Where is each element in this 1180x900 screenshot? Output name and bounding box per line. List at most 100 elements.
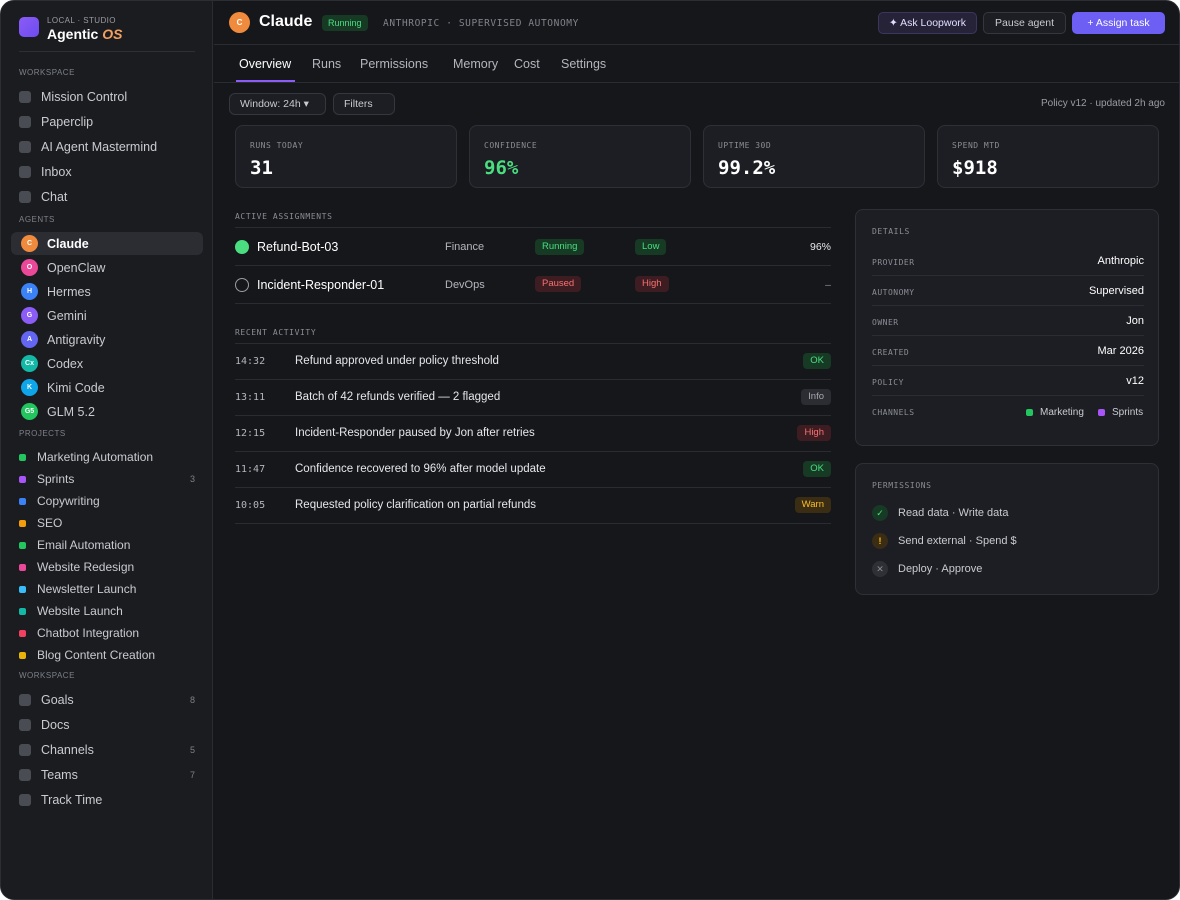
stat-value: 31 bbox=[250, 157, 273, 179]
sidebar-project-newsletter-launch[interactable]: Newsletter Launch bbox=[19, 580, 195, 598]
sidebar-item-mission-control[interactable]: Mission Control bbox=[19, 87, 195, 107]
workspace2-section-label: WORKSPACE bbox=[19, 671, 75, 680]
avatar: H bbox=[21, 283, 38, 300]
list-item[interactable]: 14:32 Refund approved under policy thres… bbox=[235, 344, 831, 380]
window-select[interactable]: Window: 24h ▾ bbox=[229, 93, 326, 115]
sidebar-project-seo[interactable]: SEO bbox=[19, 514, 195, 532]
detail-value: v12 bbox=[1126, 375, 1144, 387]
avatar: A bbox=[21, 331, 38, 348]
avatar: G5 bbox=[21, 403, 38, 420]
status-badge: Paused bbox=[535, 276, 582, 292]
tab-cost[interactable]: Cost bbox=[514, 57, 540, 71]
sidebar-agent-glm[interactable]: G5 GLM 5.2 bbox=[11, 400, 203, 423]
tab-runs[interactable]: Runs bbox=[312, 57, 341, 71]
sidebar: LOCAL · STUDIO Agentic OS WORKSPACE Miss… bbox=[1, 1, 213, 899]
detail-row-autonomy: AUTONOMY Supervised bbox=[872, 276, 1144, 306]
avatar: G bbox=[21, 307, 38, 324]
status-running-icon bbox=[235, 240, 249, 254]
list-item[interactable]: 13:11 Batch of 42 refunds verified — 2 f… bbox=[235, 380, 831, 416]
tab-overview[interactable]: Overview bbox=[239, 57, 291, 71]
sidebar-project-blog-content-creation[interactable]: Blog Content Creation bbox=[19, 646, 195, 664]
permission-row-send-spend: ! Send external · Spend $ bbox=[872, 533, 1017, 549]
agent-meta: ANTHROPIC · SUPERVISED AUTONOMY bbox=[383, 18, 579, 29]
app-logo-icon bbox=[19, 17, 39, 37]
agent-name: Claude bbox=[47, 236, 89, 251]
page-icon bbox=[19, 91, 31, 103]
sidebar-project-email-automation[interactable]: Email Automation bbox=[19, 536, 195, 554]
sidebar-agent-claude[interactable]: C Claude bbox=[11, 232, 203, 255]
check-icon: ✓ bbox=[872, 505, 888, 521]
project-name: Sprints bbox=[37, 472, 75, 486]
assignment-team: DevOps bbox=[445, 279, 485, 291]
sidebar-agent-kimi-code[interactable]: K Kimi Code bbox=[11, 376, 203, 399]
projects-section-label: PROJECTS bbox=[19, 429, 66, 438]
agent-name: Antigravity bbox=[47, 332, 106, 347]
sidebar-project-marketing-automation[interactable]: Marketing Automation bbox=[19, 448, 195, 466]
page-icon bbox=[19, 116, 31, 128]
sidebar-item-count: 8 bbox=[189, 695, 195, 705]
sidebar-item-goals[interactable]: Goals 8 bbox=[19, 690, 195, 710]
avatar: Cx bbox=[21, 355, 38, 372]
sidebar-item-track-time[interactable]: Track Time bbox=[19, 790, 195, 810]
sidebar-agent-antigravity[interactable]: A Antigravity bbox=[11, 328, 203, 351]
permission-text: Deploy · Approve bbox=[898, 563, 983, 575]
project-color-dot bbox=[19, 563, 26, 571]
assignment-name: Refund-Bot-03 bbox=[257, 240, 339, 254]
sidebar-item-docs[interactable]: Docs bbox=[19, 715, 195, 735]
detail-key: PROVIDER bbox=[872, 258, 915, 267]
table-row[interactable]: Refund-Bot-03 Finance Running Low 96% bbox=[235, 228, 831, 266]
permission-row-read-write: ✓ Read data · Write data bbox=[872, 505, 1008, 521]
sidebar-item-chat[interactable]: Chat bbox=[19, 187, 195, 207]
project-color-dot bbox=[19, 607, 26, 615]
details-panel: DETAILS PROVIDER Anthropic AUTONOMY Supe… bbox=[855, 209, 1159, 446]
sidebar-project-sprints[interactable]: Sprints 3 bbox=[19, 470, 195, 488]
sidebar-agent-gemini[interactable]: G Gemini bbox=[11, 304, 203, 327]
stat-card-confidence: CONFIDENCE 96% bbox=[469, 125, 691, 188]
sidebar-item-ai-agent-mastermind[interactable]: AI Agent Mastermind bbox=[19, 137, 195, 157]
project-name: Website Launch bbox=[37, 604, 123, 618]
list-item[interactable]: 10:05 Requested policy clarification on … bbox=[235, 488, 831, 524]
list-item[interactable]: 12:15 Incident-Responder paused by Jon a… bbox=[235, 416, 831, 452]
sidebar-project-chatbot-integration[interactable]: Chatbot Integration bbox=[19, 624, 195, 642]
sidebar-agent-codex[interactable]: Cx Codex bbox=[11, 352, 203, 375]
activity-badge: OK bbox=[803, 353, 831, 369]
project-name: Copywriting bbox=[37, 494, 100, 508]
sidebar-item-paperclip[interactable]: Paperclip bbox=[19, 112, 195, 132]
list-item[interactable]: 11:47 Confidence recovered to 96% after … bbox=[235, 452, 831, 488]
sidebar-item-label: Channels bbox=[41, 743, 94, 757]
sidebar-agent-openclaw[interactable]: O OpenClaw bbox=[11, 256, 203, 279]
confidence-value: – bbox=[825, 279, 831, 291]
sidebar-agent-hermes[interactable]: H Hermes bbox=[11, 280, 203, 303]
sidebar-project-website-redesign[interactable]: Website Redesign bbox=[19, 558, 195, 576]
detail-row-channels: CHANNELS Marketing Sprints bbox=[872, 396, 1144, 426]
assign-task-button[interactable]: + Assign task bbox=[1072, 12, 1165, 34]
avatar: K bbox=[21, 379, 38, 396]
agent-name: Hermes bbox=[47, 284, 91, 299]
pause-agent-button[interactable]: Pause agent bbox=[983, 12, 1066, 34]
stat-card-runs-today: RUNS TODAY 31 bbox=[235, 125, 457, 188]
table-row[interactable]: Incident-Responder-01 DevOps Paused High… bbox=[235, 266, 831, 304]
tab-settings[interactable]: Settings bbox=[561, 57, 606, 71]
agent-name: Kimi Code bbox=[47, 380, 105, 395]
page-title: Claude bbox=[259, 13, 313, 30]
sidebar-item-inbox[interactable]: Inbox bbox=[19, 162, 195, 182]
tab-permissions[interactable]: Permissions bbox=[360, 57, 428, 71]
channel-marketing[interactable]: Marketing bbox=[1026, 407, 1084, 418]
ask-loopwork-button[interactable]: ✦ Ask Loopwork bbox=[878, 12, 977, 34]
filters-button[interactable]: Filters bbox=[333, 93, 395, 115]
tab-memory[interactable]: Memory bbox=[453, 57, 498, 71]
project-name: Marketing Automation bbox=[37, 450, 154, 464]
sidebar-project-website-launch[interactable]: Website Launch bbox=[19, 602, 195, 620]
detail-value: Anthropic bbox=[1097, 255, 1144, 267]
agent-name: OpenClaw bbox=[47, 260, 106, 275]
project-color-dot bbox=[19, 475, 26, 483]
channel-sprints[interactable]: Sprints bbox=[1098, 407, 1143, 418]
sidebar-item-channels[interactable]: Channels 5 bbox=[19, 740, 195, 760]
sidebar-item-teams[interactable]: Teams 7 bbox=[19, 765, 195, 785]
activity-text: Refund approved under policy threshold bbox=[295, 355, 499, 367]
status-paused-icon bbox=[235, 278, 249, 292]
details-title: DETAILS bbox=[872, 227, 910, 236]
channel-name: Sprints bbox=[1112, 407, 1144, 418]
sidebar-project-copywriting[interactable]: Copywriting bbox=[19, 492, 195, 510]
activity-text: Confidence recovered to 96% after model … bbox=[295, 463, 546, 475]
